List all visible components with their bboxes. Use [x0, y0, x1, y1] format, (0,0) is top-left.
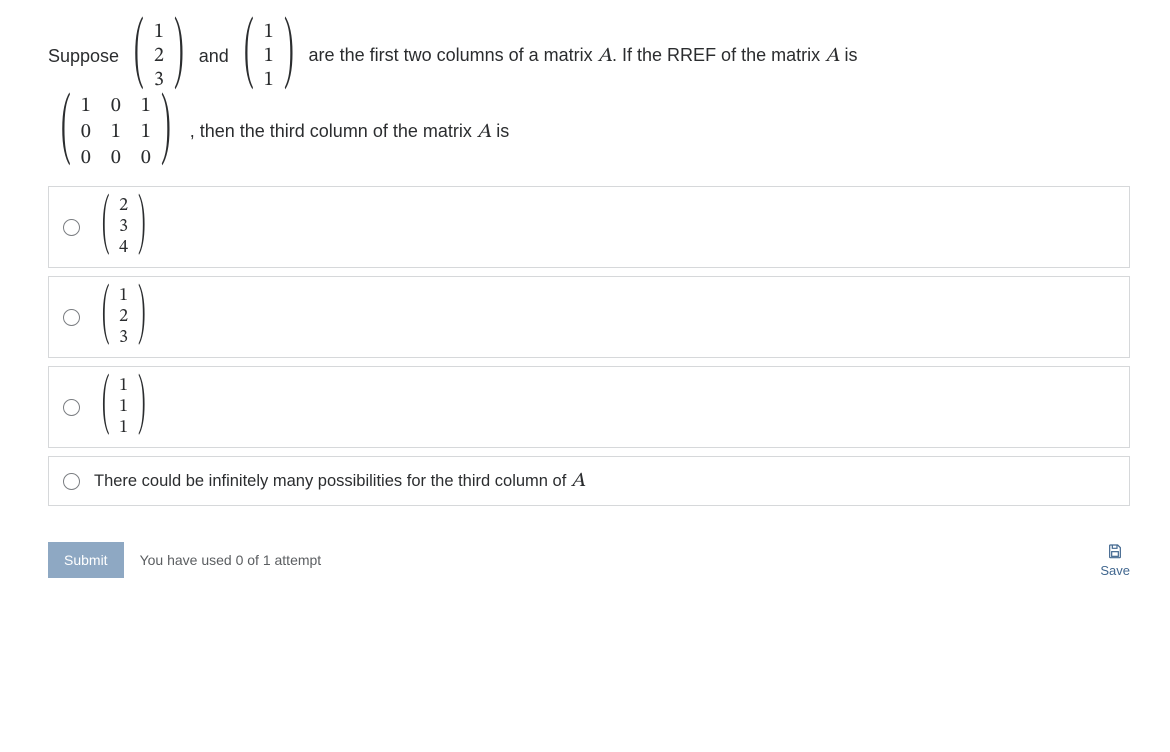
column-vector-1: ( 1 2 3 ) — [125, 22, 193, 90]
save-button[interactable]: Save — [1100, 543, 1130, 578]
save-icon — [1107, 543, 1123, 559]
stem-text: , then the third column of the matrix A … — [190, 117, 510, 147]
radio-icon[interactable] — [63, 473, 80, 490]
footer-bar: Submit You have used 0 of 1 attempt Save — [48, 542, 1130, 578]
option-vector: ( 1 2 3 ) — [94, 287, 153, 347]
stem-text: Suppose — [48, 43, 119, 70]
attempt-status: You have used 0 of 1 attempt — [140, 552, 322, 568]
option-4[interactable]: There could be infinitely many possibili… — [48, 456, 1130, 506]
radio-icon[interactable] — [63, 219, 80, 236]
option-vector: ( 2 3 4 ) — [94, 197, 153, 257]
answer-options: ( 2 3 4 ) ( 1 2 3 ) ( 1 1 1 — [48, 186, 1130, 506]
option-vector: ( 1 1 1 ) — [94, 377, 153, 437]
option-2[interactable]: ( 1 2 3 ) — [48, 276, 1130, 358]
stem-text: and — [199, 43, 229, 70]
question-stem: Suppose ( 1 2 3 ) and ( 1 1 1 ) are the … — [48, 22, 1130, 168]
option-1[interactable]: ( 2 3 4 ) — [48, 186, 1130, 268]
radio-icon[interactable] — [63, 309, 80, 326]
radio-icon[interactable] — [63, 399, 80, 416]
rref-matrix: ( 101 011 000 ) — [52, 96, 180, 168]
submit-button[interactable]: Submit — [48, 542, 124, 578]
save-label: Save — [1100, 563, 1130, 578]
option-3[interactable]: ( 1 1 1 ) — [48, 366, 1130, 448]
stem-text: are the first two columns of a matrix A.… — [309, 41, 858, 71]
option-text: There could be infinitely many possibili… — [94, 469, 585, 494]
column-vector-2: ( 1 1 1 ) — [235, 22, 303, 90]
